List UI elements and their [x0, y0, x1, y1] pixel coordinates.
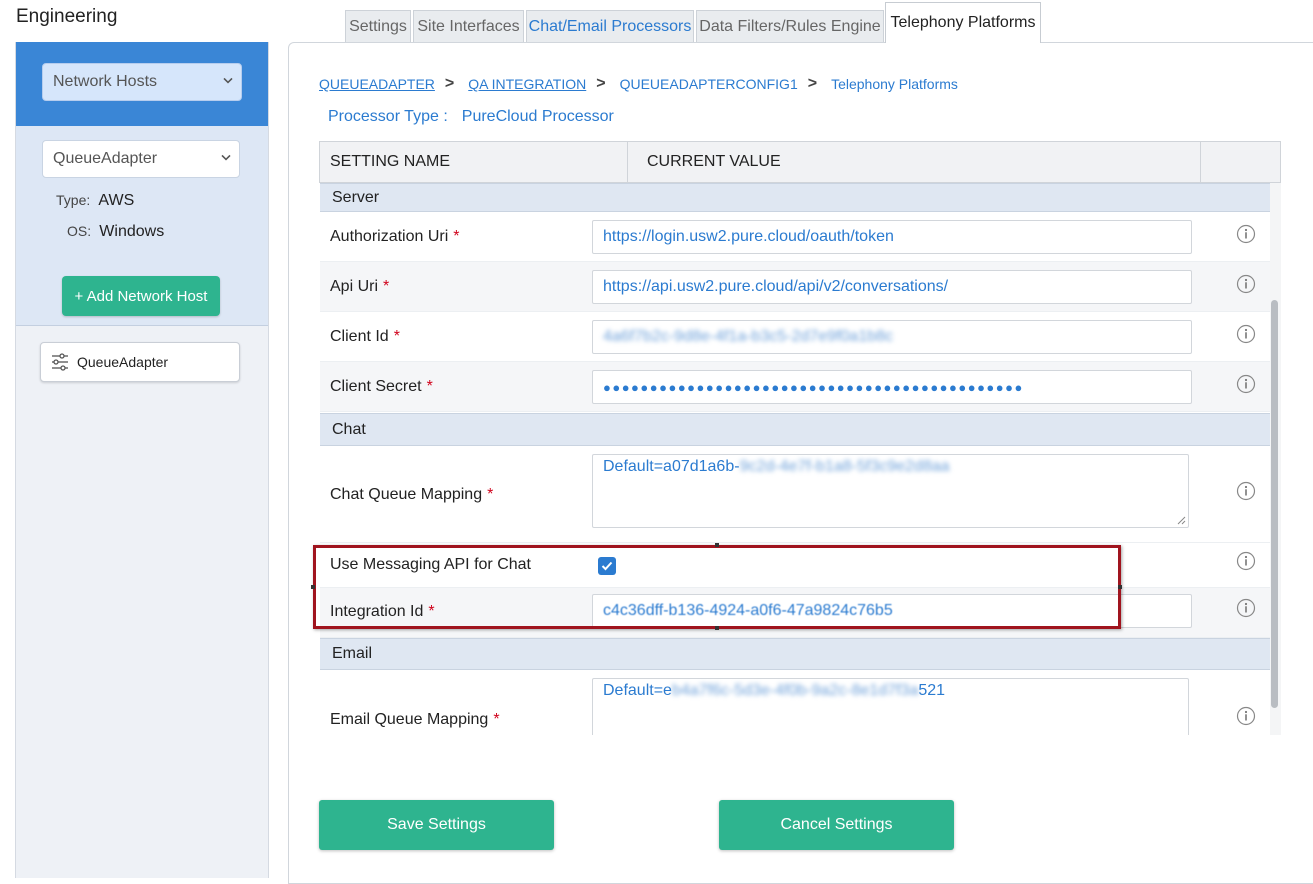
client-id-input[interactable]: 4a6f7b2c-9d8e-4f1a-b3c5-2d7e9f0a1b8c [592, 320, 1192, 354]
processor-type: Processor Type : PureCloud Processor [328, 108, 614, 126]
email-queue-value-suffix: 521 [918, 682, 946, 699]
info-icon[interactable] [1236, 224, 1256, 249]
tab-telephony-platforms[interactable]: Telephony Platforms [885, 2, 1041, 43]
api-uri-input[interactable]: https://api.usw2.pure.cloud/api/v2/conve… [592, 270, 1192, 304]
setting-label: Client Id * [330, 328, 400, 345]
checkmark-icon [601, 561, 613, 571]
email-queue-mapping-textarea[interactable]: Default=eb4a7f6c-5d3e-4f0b-9a2c-8e1d7f3a… [592, 678, 1189, 735]
chevron-right-icon: > [444, 75, 455, 92]
row-client-id: Client Id * 4a6f7b2c-9d8e-4f1a-b3c5-2d7e9… [320, 312, 1270, 362]
host-os-label: OS: [67, 223, 92, 239]
tab-settings[interactable]: Settings [345, 10, 411, 42]
info-icon[interactable] [1236, 374, 1256, 399]
settings-table-header: SETTING NAME CURRENT VALUE [319, 141, 1281, 183]
setting-label: Api Uri * [330, 278, 390, 295]
column-setting-name: SETTING NAME [330, 153, 451, 170]
chevron-right-icon: > [807, 75, 818, 92]
host-card-label: QueueAdapter [77, 354, 169, 370]
integration-id-input[interactable]: c4c36dff-b136-4924-a0f6-47a9824c76b5 [592, 594, 1192, 628]
column-divider [1200, 142, 1201, 182]
client-id-value: 4a6f7b2c-9d8e-4f1a-b3c5-2d7e9f0a1b8c [603, 328, 894, 345]
row-integration-id: Integration Id * c4c36dff-b136-4924-a0f6-… [320, 588, 1270, 638]
host-card-queueadapter[interactable]: QueueAdapter [40, 342, 240, 382]
info-icon[interactable] [1236, 481, 1256, 506]
processor-type-value: PureCloud Processor [461, 108, 614, 125]
section-server: Server [320, 183, 1270, 212]
info-icon[interactable] [1236, 274, 1256, 299]
host-select[interactable]: QueueAdapter [42, 140, 240, 178]
processor-type-label: Processor Type : [328, 108, 448, 125]
add-network-host-button[interactable]: + Add Network Host [62, 276, 220, 316]
setting-label: Client Secret * [330, 378, 433, 395]
row-api-uri: Api Uri * https://api.usw2.pure.cloud/api… [320, 262, 1270, 312]
left-panel: Network Hosts QueueAdapter Type: AWS OS:… [15, 42, 269, 878]
chat-queue-mapping-textarea[interactable]: Default=a07d1a6b-9c2d-4e7f-b1a8-5f3c9e2d… [592, 454, 1189, 528]
save-settings-button[interactable]: Save Settings [319, 800, 554, 850]
row-email-queue-mapping: Email Queue Mapping * Default=eb4a7f6c-5d… [320, 670, 1270, 735]
chat-queue-value-hidden: 9c2d-4e7f-b1a8-5f3c9e2d8aa [739, 458, 950, 475]
info-icon[interactable] [1236, 706, 1256, 731]
row-client-secret: Client Secret * ●●●●●●●●●●●●●●●●●●●●●●●●●… [320, 362, 1270, 412]
setting-label: Integration Id * [330, 603, 435, 620]
highlight-handle [715, 626, 719, 630]
host-os-value: Windows [99, 223, 165, 240]
sidebar-header: Network Hosts [16, 42, 268, 126]
column-divider [627, 142, 628, 182]
integration-id-value: c4c36dff-b136-4924-a0f6-47a9824c76b5 [603, 602, 893, 619]
authorization-uri-input[interactable]: https://login.usw2.pure.cloud/oauth/toke… [592, 220, 1192, 254]
highlight-handle [311, 585, 315, 589]
breadcrumb-queueadapter[interactable]: QUEUEADAPTER [319, 76, 435, 92]
section-chat: Chat [320, 413, 1270, 446]
tab-data-filters-rules-engine[interactable]: Data Filters/Rules Engine [696, 10, 884, 42]
breadcrumb-queueadapterconfig1[interactable]: QUEUEADAPTERCONFIG1 [620, 76, 798, 92]
setting-label: Use Messaging API for Chat [330, 556, 531, 573]
client-secret-input[interactable]: ●●●●●●●●●●●●●●●●●●●●●●●●●●●●●●●●●●●●●●●●… [592, 370, 1192, 404]
host-type-select[interactable]: Network Hosts [42, 63, 242, 101]
host-type-label: Type: [56, 192, 91, 208]
chevron-down-icon [221, 152, 231, 164]
use-messaging-api-checkbox[interactable] [598, 557, 616, 575]
scrollbar-thumb[interactable] [1271, 300, 1278, 708]
highlight-handle [1118, 585, 1122, 589]
host-details: QueueAdapter Type: AWS OS: Windows + Add… [16, 126, 268, 326]
email-queue-value-prefix: Default=e [603, 682, 672, 699]
cancel-settings-button[interactable]: Cancel Settings [719, 800, 954, 850]
host-select-value: QueueAdapter [53, 150, 158, 167]
highlight-handle [715, 543, 719, 547]
resize-grip-icon[interactable] [1177, 516, 1186, 525]
row-use-messaging-api: Use Messaging API for Chat [320, 543, 1270, 588]
column-current-value: CURRENT VALUE [647, 153, 781, 170]
host-os: OS: Windows [67, 223, 164, 241]
setting-label: Authorization Uri * [330, 228, 460, 245]
row-authorization-uri: Authorization Uri * https://login.usw2.pu… [320, 212, 1270, 262]
breadcrumb-qa-integration[interactable]: QA INTEGRATION [468, 76, 586, 92]
chat-queue-value-prefix: Default=a07d1a6b- [603, 458, 740, 475]
tab-site-interfaces[interactable]: Site Interfaces [413, 10, 524, 42]
sliders-icon [52, 353, 68, 371]
info-icon[interactable] [1236, 324, 1256, 349]
setting-label: Email Queue Mapping * [330, 711, 500, 728]
email-queue-value-hidden: b4a7f6c-5d3e-4f0b-9a2c-8e1d7f3a [671, 682, 919, 699]
app-title: Engineering [16, 6, 118, 27]
info-icon[interactable] [1236, 598, 1256, 623]
chevron-right-icon: > [596, 75, 606, 92]
info-icon[interactable] [1236, 551, 1256, 576]
row-chat-queue-mapping: Chat Queue Mapping * Default=a07d1a6b-9c2… [320, 446, 1270, 543]
section-email: Email [320, 638, 1270, 670]
chevron-down-icon [223, 75, 233, 87]
breadcrumb: QUEUEADAPTER > QA INTEGRATION > QUEUEADA… [319, 75, 958, 93]
host-type: Type: AWS [56, 192, 134, 210]
tab-chat-email-processors[interactable]: Chat/Email Processors [526, 10, 694, 42]
host-type-value: AWS [98, 192, 135, 209]
breadcrumb-telephony-platforms: Telephony Platforms [831, 76, 958, 92]
setting-label: Chat Queue Mapping * [330, 486, 494, 503]
host-type-select-value: Network Hosts [53, 73, 158, 90]
